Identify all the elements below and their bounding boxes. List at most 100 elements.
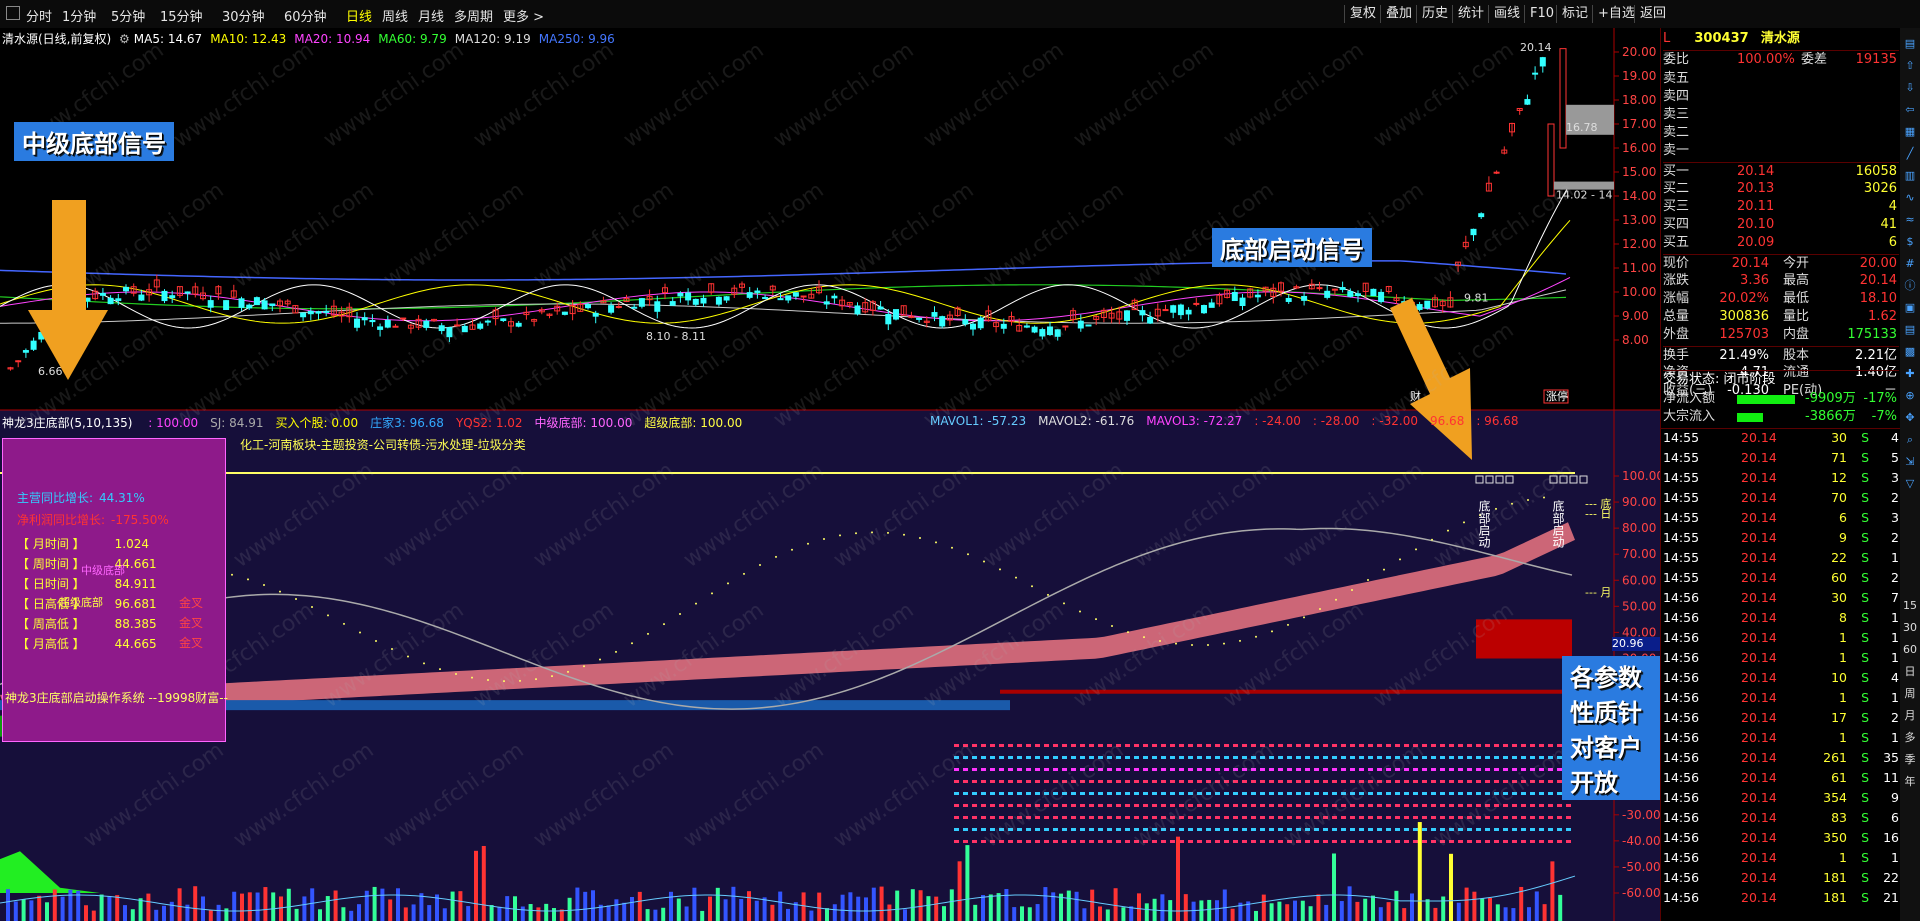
tick-row[interactable]: 14:56 20.14 181 S 21 <box>1661 889 1901 907</box>
period-tab[interactable]: 5分钟 <box>111 6 145 25</box>
grid-icon[interactable]: # <box>1902 256 1918 272</box>
collapse-icon[interactable]: ▤ <box>1902 36 1918 52</box>
block-flow-row: 大宗流入 -3866万 -7% <box>1663 409 1897 424</box>
tick-row[interactable]: 14:56 20.14 354 S 9 <box>1661 789 1901 807</box>
tick-row[interactable]: 14:55 20.14 6 S 3 <box>1661 509 1901 527</box>
period-side-tab[interactable]: 日 <box>1902 664 1918 680</box>
toolbar-button[interactable]: 统计 <box>1452 5 1489 23</box>
pin-icon[interactable]: ✚ <box>1902 366 1918 382</box>
volume-bar <box>1355 901 1360 921</box>
period-tab[interactable]: 60分钟 <box>284 6 327 25</box>
toolbar-button[interactable]: F10 <box>1524 5 1559 23</box>
period-tab[interactable]: 日线 <box>346 6 372 25</box>
tick-row[interactable]: 14:56 20.14 83 S 6 <box>1661 809 1901 827</box>
signal-dot <box>972 840 977 843</box>
inner-label: 超级底部 <box>59 596 103 609</box>
tick-row[interactable]: 14:56 20.14 30 S 7 <box>1661 589 1901 607</box>
stat-row: 涨跌 3.36 最高 20.14 <box>1663 273 1897 288</box>
period-side-tab[interactable]: 多 <box>1902 730 1918 746</box>
zoom-icon[interactable]: ⊕ <box>1902 388 1918 404</box>
period-tab[interactable]: 15分钟 <box>160 6 203 25</box>
toolbar-button[interactable]: +自选 <box>1592 5 1640 23</box>
down-icon[interactable]: ⇩ <box>1902 80 1918 96</box>
toolbar-button[interactable]: 叠加 <box>1380 5 1417 23</box>
tick-row[interactable]: 14:55 20.14 70 S 2 <box>1661 489 1901 507</box>
move-icon[interactable]: ✥ <box>1902 410 1918 426</box>
calendar-icon[interactable]: ▩ <box>1902 344 1918 360</box>
news-icon[interactable]: ▤ <box>1902 322 1918 338</box>
period-side-tab[interactable]: 周 <box>1902 686 1918 702</box>
rsi-icon[interactable]: ∿ <box>1902 190 1918 206</box>
period-side-tab[interactable]: 15 <box>1902 598 1918 614</box>
toolbar-grid-icon[interactable] <box>6 6 20 20</box>
period-side-tab[interactable]: 60 <box>1902 642 1918 658</box>
toolbar-button[interactable]: 返回 <box>1634 5 1671 23</box>
kline-chart[interactable]: 20.00 19.00 18.00 17.00 16.00 15.00 14.00 13.00… <box>0 28 1660 921</box>
toolbar-button[interactable]: 标记 <box>1556 5 1593 23</box>
tick-row[interactable]: 14:56 20.14 8 S 1 <box>1661 609 1901 627</box>
tick-row[interactable]: 14:56 20.14 61 S 11 <box>1661 769 1901 787</box>
period-side-tab[interactable]: 年 <box>1902 774 1918 790</box>
signal-dot <box>1530 744 1535 747</box>
period-tab[interactable]: 分时 <box>26 6 52 25</box>
tick-row[interactable]: 14:56 20.14 1 S 1 <box>1661 689 1901 707</box>
toolbar-button[interactable]: 历史 <box>1416 5 1453 23</box>
tick-row[interactable]: 14:56 20.14 261 S 35 <box>1661 749 1901 767</box>
tick-row[interactable]: 14:56 20.14 1 S 1 <box>1661 649 1901 667</box>
signal-dot <box>1404 828 1409 831</box>
money-icon[interactable]: $ <box>1902 234 1918 250</box>
signal-dot <box>1332 828 1337 831</box>
tick-row[interactable]: 14:55 20.14 30 S 4 <box>1661 429 1901 447</box>
candle-body <box>484 320 491 323</box>
buy-level: 买三 20.11 4 <box>1663 199 1897 214</box>
signal-dot <box>1017 840 1022 843</box>
toolbar-button[interactable]: 复权 <box>1344 5 1381 23</box>
tick-row[interactable]: 14:56 20.14 10 S 4 <box>1661 669 1901 687</box>
tick-list[interactable]: 14:55 20.14 30 S 4 14:55 20.14 71 S 5 14:55 20.14 12… <box>1661 428 1901 905</box>
sell-level: 卖五 <box>1663 71 1690 86</box>
candle-body <box>115 298 122 301</box>
yellow-dot <box>903 533 905 536</box>
period-tab[interactable]: 30分钟 <box>222 6 265 25</box>
toolbar-button[interactable]: 画线 <box>1488 5 1525 23</box>
period-tab[interactable]: 周线 <box>382 6 408 25</box>
period-side-tab[interactable]: 季 <box>1902 752 1918 768</box>
tick-row[interactable]: 14:56 20.14 181 S 22 <box>1661 869 1901 887</box>
volume-bar <box>981 895 985 921</box>
settings-gear-icon[interactable]: ⚙ <box>119 32 130 46</box>
period-tab[interactable]: 更多 > <box>503 6 544 25</box>
search-icon[interactable]: ⌕ <box>1902 432 1918 448</box>
tick-row[interactable]: 14:55 20.14 9 S 2 <box>1661 529 1901 547</box>
indicator-header: 神龙3庄底部(5,10,135) : 100.00 SJ: 84.91 买入个股: … <box>2 414 742 431</box>
up-icon[interactable]: ⇧ <box>1902 58 1918 74</box>
tick-row[interactable]: 14:55 20.14 71 S 5 <box>1661 449 1901 467</box>
signal-dot <box>1413 804 1418 807</box>
signal-dot <box>1296 804 1301 807</box>
period-tab[interactable]: 月线 <box>418 6 444 25</box>
info-icon[interactable]: ⓘ <box>1902 278 1918 294</box>
chart-icon[interactable]: ▦ <box>1902 124 1918 140</box>
period-tab[interactable]: 1分钟 <box>62 6 96 25</box>
left-icon[interactable]: ⇦ <box>1902 102 1918 118</box>
signal-dot <box>1143 792 1148 795</box>
period-side-tab[interactable]: 30 <box>1902 620 1918 636</box>
tick-row[interactable]: 14:56 20.14 1 S 1 <box>1661 629 1901 647</box>
tick-row[interactable]: 14:56 20.14 1 S 1 <box>1661 849 1901 867</box>
ma-icon[interactable]: ≈ <box>1902 212 1918 228</box>
tick-row[interactable]: 14:56 20.14 1 S 1 <box>1661 729 1901 747</box>
volume-bar <box>1027 907 1032 921</box>
chart-area[interactable]: 20.00 19.00 18.00 17.00 16.00 15.00 14.00 13.00… <box>0 28 1660 921</box>
signal-dot <box>1188 756 1193 759</box>
tick-row[interactable]: 14:56 20.14 350 S 16 <box>1661 829 1901 847</box>
tick-row[interactable]: 14:55 20.14 60 S 2 <box>1661 569 1901 587</box>
export-icon[interactable]: ⇲ <box>1902 454 1918 470</box>
tick-row[interactable]: 14:55 20.14 12 S 3 <box>1661 469 1901 487</box>
filter-icon[interactable]: ▽ <box>1902 476 1918 492</box>
tick-row[interactable]: 14:56 20.14 17 S 2 <box>1661 709 1901 727</box>
line-icon[interactable]: ╱ <box>1902 146 1918 162</box>
period-side-tab[interactable]: 月 <box>1902 708 1918 724</box>
tick-row[interactable]: 14:55 20.14 22 S 1 <box>1661 549 1901 567</box>
candle-icon[interactable]: ▥ <box>1902 168 1918 184</box>
doc-icon[interactable]: ▣ <box>1902 300 1918 316</box>
period-tab[interactable]: 多周期 <box>454 6 493 25</box>
